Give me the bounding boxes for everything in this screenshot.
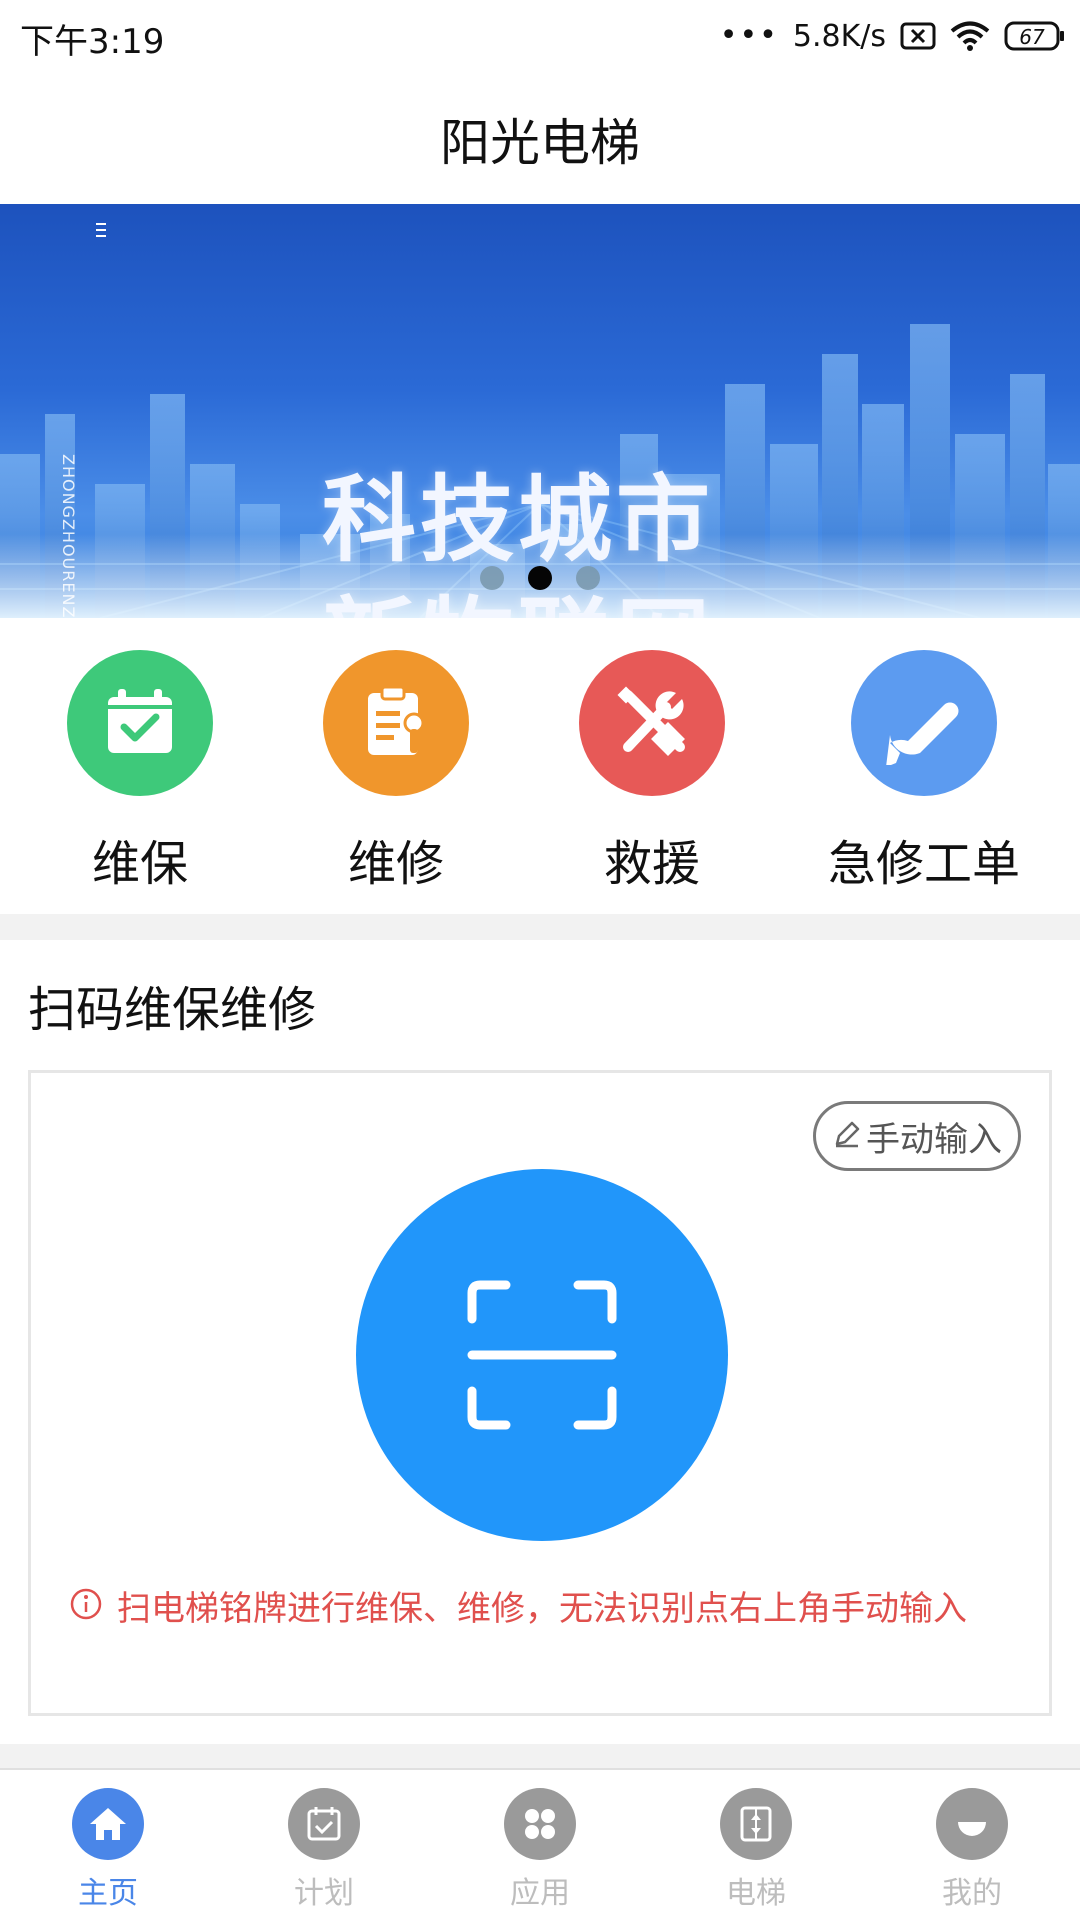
nav-label: 应用 [510,1876,570,1911]
battery-icon: 67 [1004,20,1066,52]
status-bar: 下午3:19 ••• 5.8K/s 67 [0,0,1080,74]
section-divider [0,914,1080,940]
quick-action-repair[interactable]: 维修 [266,650,526,894]
nav-home[interactable]: 主页 [0,1788,216,1912]
banner-carousel[interactable]: ZHONGZHOURENZHENGJIANCE 科技城市 新物联网 [0,204,1080,618]
user-icon [936,1788,1008,1860]
calendar-check-icon [67,650,213,796]
nav-label: 我的 [942,1876,1002,1911]
quick-action-label: 救援 [603,836,700,892]
nav-mine[interactable]: 我的 [864,1788,1080,1912]
nav-label: 电梯 [726,1876,786,1911]
wifi-icon [950,20,990,52]
quick-action-rescue[interactable]: 救援 [522,650,782,894]
quick-action-label: 急修工单 [827,836,1020,892]
quick-action-emergency-order[interactable]: 急修工单 [794,650,1054,894]
pager-dot-1[interactable] [480,566,504,590]
quick-action-label: 维修 [347,836,444,892]
elevator-icon [720,1788,792,1860]
quick-action-maintenance[interactable]: 维保 [10,650,270,894]
status-indicators: ••• 5.8K/s 67 [720,12,1066,60]
wrench-icon [851,650,997,796]
nav-apps[interactable]: 应用 [432,1788,648,1912]
app-header: 阳光电梯 [0,74,1080,204]
clipboard-wrench-icon [323,650,469,796]
nav-plan[interactable]: 计划 [216,1788,432,1912]
tools-cross-icon [579,650,725,796]
sim-off-icon [900,21,936,51]
status-time: 下午3:19 [20,22,165,62]
banner-pager [0,566,1080,590]
nav-label: 主页 [78,1876,138,1911]
pager-dot-3[interactable] [576,566,600,590]
pencil-icon [832,1119,862,1153]
banner-vertical-text: ZHONGZHOURENZHENGJIANCE [59,454,78,618]
scan-hint-text: 扫电梯铭牌进行维保、维修，无法识别点右上角手动输入 [117,1589,967,1629]
scan-section-title: 扫码维保维修 [28,982,317,1038]
quick-actions: 维保 维修 救援 急修工单 [0,618,1080,914]
nav-label: 计划 [294,1876,354,1911]
scan-hint: 扫电梯铭牌进行维保、维修，无法识别点右上角手动输入 [69,1581,967,1630]
page-title: 阳光电梯 [440,114,640,172]
section-divider [0,1744,1080,1768]
bottom-navigation: 主页 计划 应用 电梯 我的 [0,1768,1080,1920]
banner-headline-1: 科技城市 [322,466,715,575]
home-icon [72,1788,144,1860]
network-speed: 5.8K/s [792,18,886,54]
manual-input-label: 手动输入 [866,1119,1002,1160]
pager-dot-2-active[interactable] [528,566,552,590]
quick-action-label: 维保 [91,836,188,892]
battery-level: 67 [1019,25,1045,49]
manual-input-button[interactable]: 手动输入 [813,1101,1021,1171]
scan-qr-button[interactable] [356,1169,728,1541]
notification-dots: ••• [719,18,779,53]
scan-icon [467,1280,617,1430]
calendar-icon [288,1788,360,1860]
apps-grid-icon [504,1788,576,1860]
nav-elevator[interactable]: 电梯 [648,1788,864,1912]
app-screen: 下午3:19 ••• 5.8K/s 67 阳光电梯 ZHONGZHOURENZH… [0,0,1080,1920]
info-icon [69,1587,103,1625]
scan-card: 手动输入 扫电梯铭牌进行维保、维修，无法识别点右上角手动输入 [28,1070,1052,1716]
